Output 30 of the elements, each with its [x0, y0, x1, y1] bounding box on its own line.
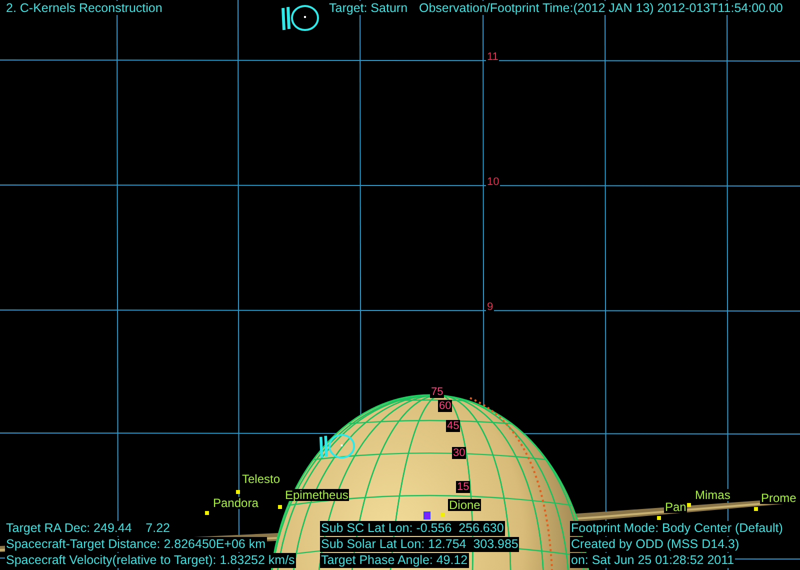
moon-label: Pandora: [212, 497, 260, 509]
info-text: Target RA Dec: 249.44 7.22: [5, 521, 171, 536]
info-text: Footprint Mode: Body Center (Default): [570, 521, 784, 536]
info-text: on: Sat Jun 25 01:28:52 2011: [570, 553, 736, 568]
latitude-label: 60: [438, 400, 452, 412]
grid-label: 11: [486, 51, 500, 63]
info-text: Spacecraft Velocity(relative to Target): 1.83252 km/s: [5, 553, 296, 568]
bars-circle-icon: [282, 5, 319, 32]
target-label: Target: Saturn: [328, 1, 409, 15]
info-text: Sub Solar Lat Lon: 12.754 303.985: [320, 537, 520, 552]
moon-label: Prome: [760, 492, 798, 504]
latitude-label: 45: [446, 420, 460, 432]
observation-time: Observation/Footprint Time:(2012 JAN 13) 2012-013T11:54:00.00: [418, 1, 784, 15]
info-text: Target Phase Angle: 49.12: [320, 553, 469, 568]
bars-circle-icon: [319, 434, 356, 460]
moon-label: Telesto: [241, 473, 282, 485]
info-text: Created by ODD (MSS D14.3): [570, 537, 740, 552]
moon-label: Dione: [448, 499, 482, 511]
moon-label: Epimetheus: [284, 489, 350, 501]
grid-label: 10: [486, 176, 500, 188]
info-text: Sub SC Lat Lon: -0.556 256.630: [320, 521, 505, 536]
moon-label: Pan: [664, 501, 688, 513]
latitude-label: 30: [452, 447, 466, 459]
square-marker-icon: [424, 512, 430, 520]
info-text: Spacecraft-Target Distance: 2.826450E+06 km: [5, 537, 267, 552]
latitude-label: 75: [430, 386, 444, 398]
view-title: 2. C-Kernels Reconstruction: [5, 1, 164, 15]
latitude-label: 15: [456, 481, 470, 493]
moon-label: Mimas: [694, 489, 732, 501]
grid-label: 9: [486, 301, 494, 313]
